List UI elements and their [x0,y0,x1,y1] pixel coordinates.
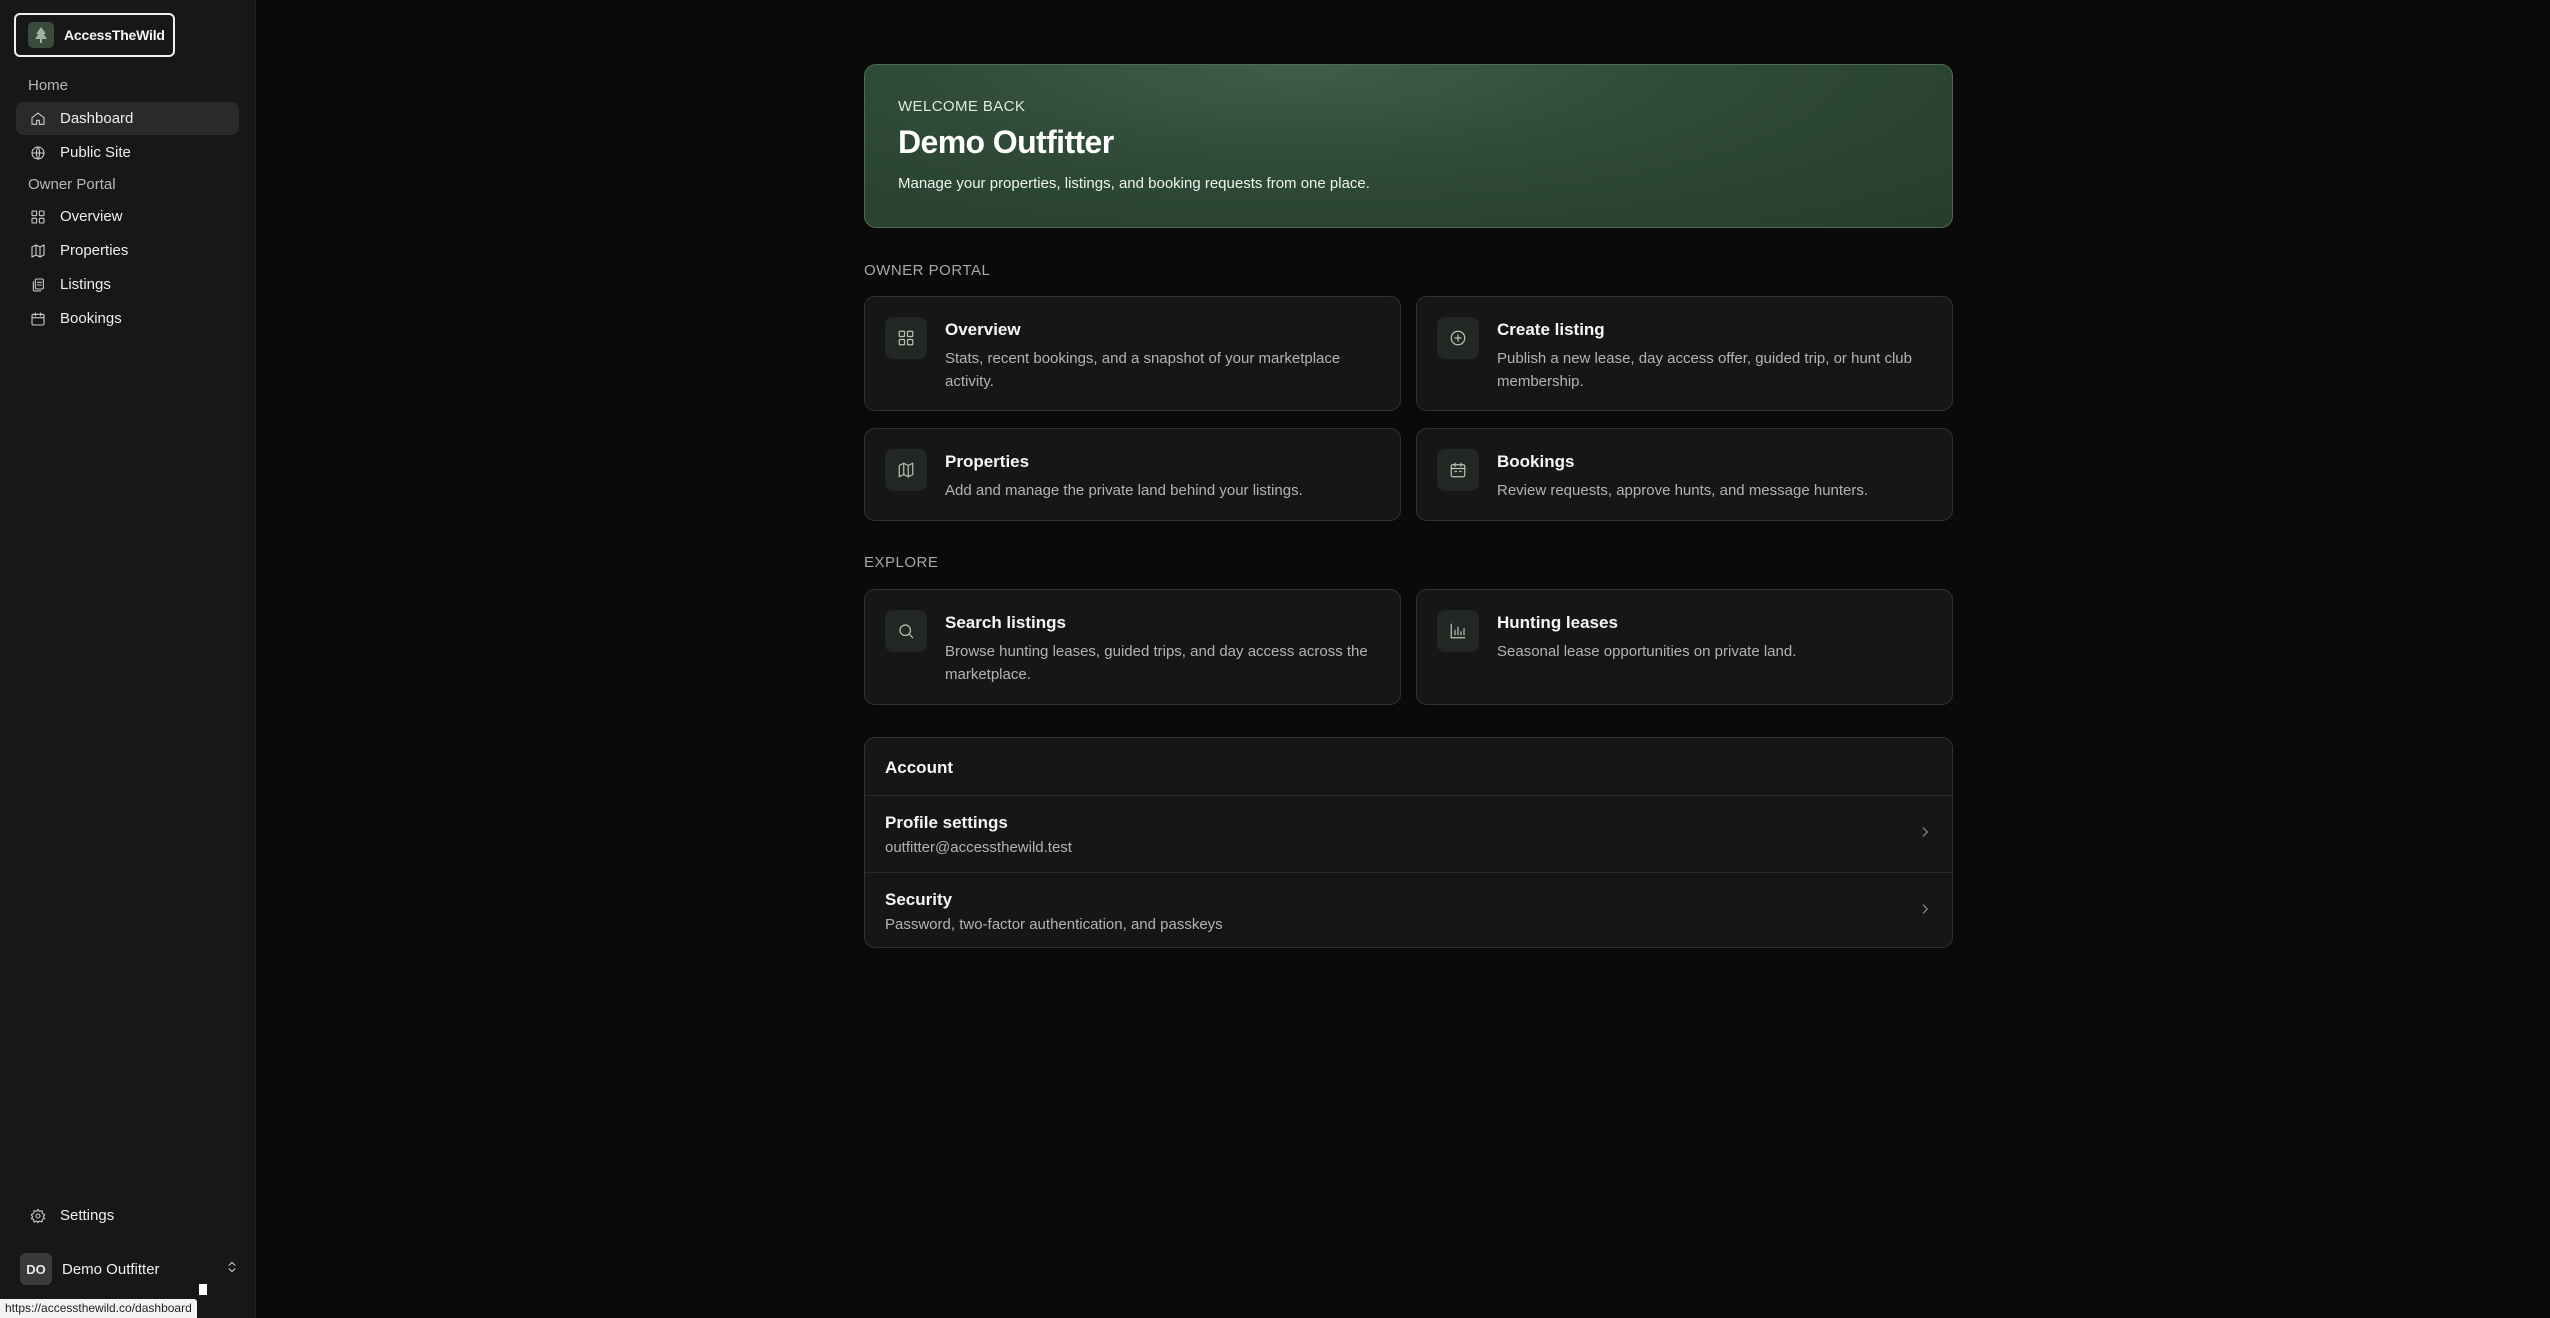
card-title: Overview [945,320,1021,339]
account-heading: Account [865,738,1952,796]
card-description: Add and manage the private land behind y… [945,482,1303,499]
brand-button[interactable]: AccessTheWild [14,13,175,57]
card-description: Seasonal lease opportunities on private … [1497,643,1797,660]
card-title: Hunting leases [1497,613,1618,632]
card-hunting-leases[interactable]: Hunting leases Seasonal lease opportunit… [1416,589,1953,705]
calendar-icon [30,311,46,327]
card-description: Review requests, approve hunts, and mess… [1497,482,1869,499]
user-menu-button[interactable]: DO Demo Outfitter [16,1252,239,1286]
sidebar-item-label: Bookings [60,310,122,327]
card-properties[interactable]: Properties Add and manage the private la… [864,428,1401,521]
copy-icon [30,277,46,293]
avatar: DO [20,1253,52,1285]
row-title: Security [885,890,953,909]
card-description: Stats, recent bookings, and a snapshot o… [945,350,1341,390]
sidebar-item-listings[interactable]: Listings [16,268,239,301]
account-panel: Account Profile settings outfitter@acces… [864,737,1953,948]
card-title: Bookings [1497,452,1575,471]
nav-group-home: Home [28,77,69,94]
sidebar-item-label: Public Site [60,144,131,161]
grid-icon [885,317,927,359]
chevrons-up-down-icon [225,1260,239,1279]
card-description: Browse hunting leases, guided trips, and… [945,643,1368,683]
home-icon [30,111,46,127]
row-subtitle: outfitter@accessthewild.test [885,838,1072,856]
card-title: Properties [945,452,1030,471]
card-overview[interactable]: Overview Stats, recent bookings, and a s… [864,296,1401,411]
sidebar: AccessTheWild Home Dashboard Public Site… [0,0,256,1318]
card-title: Create listing [1497,320,1605,339]
sidebar-item-label: Dashboard [60,110,134,127]
sidebar-item-label: Properties [60,242,129,259]
chevron-right-icon [1918,902,1932,921]
sidebar-item-properties[interactable]: Properties [16,234,239,267]
section-label-explore: EXPLORE [864,554,939,571]
search-icon [885,610,927,652]
status-bar-url: https://accessthewild.co/dashboard [0,1299,197,1318]
card-search-listings[interactable]: Search listings Browse hunting leases, g… [864,589,1401,705]
sidebar-item-overview[interactable]: Overview [16,200,239,233]
card-bookings[interactable]: Bookings Review requests, approve hunts,… [1416,428,1953,521]
sidebar-item-settings[interactable]: Settings [16,1199,239,1232]
page-title: Demo Outfitter [898,124,1114,160]
card-title: Search listings [945,613,1066,632]
profile-settings-row[interactable]: Profile settings outfitter@accessthewild… [865,796,1952,873]
security-row[interactable]: Security Password, two-factor authentica… [865,873,1952,947]
plus-circle-icon [1437,317,1479,359]
sidebar-item-bookings[interactable]: Bookings [16,302,239,335]
tree-logo-icon [28,22,54,48]
chart-icon [1437,610,1479,652]
brand-name: AccessTheWild [64,27,165,43]
sidebar-item-label: Listings [60,276,111,293]
sidebar-item-public-site[interactable]: Public Site [16,136,239,169]
row-title: Profile settings [885,812,1008,832]
nav-group-owner-portal: Owner Portal [28,176,116,193]
hero-eyebrow: WELCOME BACK [898,98,1026,115]
section-label-owner-portal: OWNER PORTAL [864,262,991,279]
card-description: Publish a new lease, day access offer, g… [1497,350,1912,390]
user-name: Demo Outfitter [62,1260,160,1278]
sidebar-item-dashboard[interactable]: Dashboard [16,102,239,135]
row-subtitle: Password, two-factor authentication, and… [885,916,1223,933]
calendar-icon [1437,449,1479,491]
globe-icon [30,145,46,161]
gear-icon [30,1208,46,1224]
chevron-right-icon [1918,825,1932,844]
grid-icon [30,209,46,225]
sidebar-item-label: Settings [60,1207,115,1224]
sidebar-item-label: Overview [60,208,123,225]
map-icon [885,449,927,491]
card-create-listing[interactable]: Create listing Publish a new lease, day … [1416,296,1953,411]
text-cursor [199,1284,207,1295]
welcome-banner: WELCOME BACK Demo Outfitter Manage your … [864,64,1953,228]
hero-subtitle: Manage your properties, listings, and bo… [898,175,1370,192]
map-icon [30,243,46,259]
